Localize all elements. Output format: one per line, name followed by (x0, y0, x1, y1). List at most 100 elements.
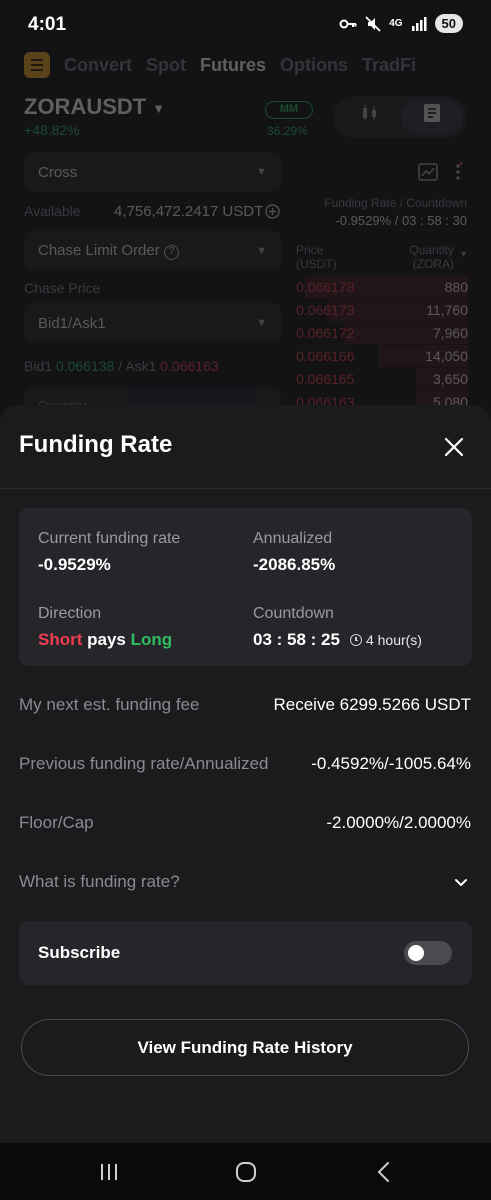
caret-down-icon: ▼ (256, 245, 267, 257)
ask-quantity: 14,050 (425, 348, 468, 364)
chart-icon[interactable] (418, 162, 438, 182)
previous-rate-value: -0.4592%/-1005.64% (311, 754, 471, 773)
ask-value: 0.066163 (160, 358, 219, 374)
interval-value: 4 hour(s) (365, 632, 422, 648)
countdown-label: Countdown (253, 605, 334, 622)
status-time: 4:01 (28, 14, 67, 35)
available-value: 4,756,472.2417 USDT (114, 203, 264, 220)
faq-toggle[interactable]: What is funding rate? (19, 872, 472, 896)
funding-header: Funding Rate / Countdown (324, 196, 467, 210)
home-icon[interactable] (234, 1161, 258, 1183)
orderbook-asks: 0.066178 880 0.066173 11,760 0.066172 7,960 0.… (296, 276, 468, 414)
orderbook-row[interactable]: 0.066178 880 (296, 276, 468, 299)
ask-price: 0.066166 (296, 348, 355, 364)
orderbook-row[interactable]: 0.066173 11,760 (296, 299, 468, 322)
add-circle-icon[interactable] (265, 204, 280, 219)
chart-orderbook-toggle (333, 96, 467, 138)
recents-icon[interactable] (97, 1161, 121, 1183)
funding-rate-sheet: Funding Rate Current funding rate -0.952… (0, 405, 491, 1143)
floor-cap-value: -2.0000%/2.0000% (326, 813, 471, 832)
subscribe-label: Subscribe (38, 943, 121, 962)
view-funding-history-button[interactable]: View Funding Rate History (21, 1019, 469, 1076)
available-label: Available (24, 203, 81, 219)
bid-ask-line: Bid1 0.066138 / Ask1 0.066163 (24, 358, 219, 374)
price-header: Price (296, 243, 324, 257)
annualized-label: Annualized (253, 530, 333, 547)
caret-down-icon[interactable]: ▼ (459, 249, 468, 259)
direction-value: Short pays Long (38, 630, 172, 650)
faq-label: What is funding rate? (19, 872, 180, 891)
current-rate-label: Current funding rate (38, 530, 181, 547)
previous-rate-label: Previous funding rate/Annualized (19, 754, 269, 773)
status-icons: 4G 50 (339, 14, 463, 33)
divider (0, 488, 491, 489)
price-unit: (USDT) (296, 257, 337, 271)
mute-icon (365, 15, 381, 32)
orderbook-view-icon[interactable] (401, 99, 463, 135)
pair-change: +48.82% (24, 122, 80, 138)
order-type-value: Chase Limit Order (38, 242, 160, 259)
chase-price-label: Chase Price (24, 280, 101, 296)
close-icon[interactable] (438, 431, 470, 463)
key-icon (339, 19, 357, 28)
qty-unit: (ZORA) (412, 257, 454, 271)
caret-down-icon: ▼ (256, 317, 267, 329)
candlestick-icon[interactable] (343, 102, 397, 132)
pair-selector[interactable]: ZORAUSDT ▼ +48.82% (24, 94, 165, 138)
direction-long: Long (130, 630, 173, 649)
ask-price: 0.066178 (296, 279, 355, 295)
next-fee-value: Receive 6299.5266 USDT (273, 695, 471, 714)
nav-tab-options[interactable]: Options (280, 55, 348, 76)
nav-tab-tradfi[interactable]: TradFi (362, 55, 416, 76)
network-label: 4G (389, 18, 403, 29)
annualized-value: -2086.85% (253, 555, 336, 574)
countdown-row: 03 : 58 : 25 4 hour(s) (253, 630, 422, 650)
nav-tab-futures[interactable]: Futures (200, 55, 266, 76)
back-icon[interactable] (372, 1161, 396, 1183)
system-nav-bar (0, 1143, 491, 1200)
direction-short: Short (38, 630, 83, 649)
direction-label: Direction (38, 605, 102, 622)
right-tools (418, 162, 462, 182)
orderbook-row[interactable]: 0.066172 7,960 (296, 322, 468, 345)
ask-quantity: 880 (444, 279, 468, 295)
top-nav: Convert Spot Futures Options TradFi (24, 52, 416, 78)
subscribe-toggle[interactable] (404, 941, 452, 965)
toggle-knob (408, 945, 424, 961)
menu-logo-icon[interactable] (24, 52, 50, 78)
funding-value[interactable]: -0.9529% / 03 : 58 : 30 (300, 213, 467, 228)
orderbook-row[interactable]: 0.066166 14,050 (296, 345, 468, 368)
ask-label: Ask1 (125, 358, 157, 374)
ask-price: 0.066172 (296, 325, 355, 341)
chevron-down-icon[interactable] (452, 873, 470, 891)
orderbook-row[interactable]: 0.066165 3,650 (296, 368, 468, 391)
signal-icon (411, 16, 427, 31)
caret-down-icon: ▼ (152, 100, 166, 116)
bid-value: 0.066138 (55, 358, 115, 374)
ask-price: 0.066173 (296, 302, 355, 318)
nav-tab-convert[interactable]: Convert (64, 55, 132, 76)
order-type-select[interactable]: Chase Limit Order ? ▼ (24, 231, 281, 271)
next-fee-label: My next est. funding fee (19, 695, 200, 714)
help-icon[interactable]: ? (163, 245, 179, 260)
caret-down-icon: ▼ (256, 166, 267, 178)
mm-value: 36.29% (267, 124, 308, 138)
margin-mode-value: Cross (38, 163, 78, 181)
mm-badge: MM (265, 101, 313, 119)
more-options-icon[interactable] (454, 162, 462, 182)
chase-price-value: Bid1/Ask1 (38, 314, 106, 332)
chase-price-select[interactable]: Bid1/Ask1 ▼ (24, 303, 281, 343)
nav-tab-spot[interactable]: Spot (146, 55, 186, 76)
direction-pays: pays (87, 630, 126, 649)
pair-name: ZORAUSDT (24, 94, 147, 119)
clock-icon (349, 634, 362, 646)
countdown-value: 03 : 58 : 25 (253, 630, 340, 649)
bid-label: Bid1 (24, 358, 53, 374)
margin-mode-select[interactable]: Cross ▼ (24, 152, 281, 192)
subscribe-row: Subscribe (19, 921, 472, 985)
ask-quantity: 11,760 (426, 302, 468, 318)
ask-quantity: 3,650 (432, 371, 468, 387)
current-rate-value: -0.9529% (38, 555, 111, 574)
ask-price: 0.066165 (296, 371, 355, 387)
sheet-title: Funding Rate (19, 431, 173, 458)
